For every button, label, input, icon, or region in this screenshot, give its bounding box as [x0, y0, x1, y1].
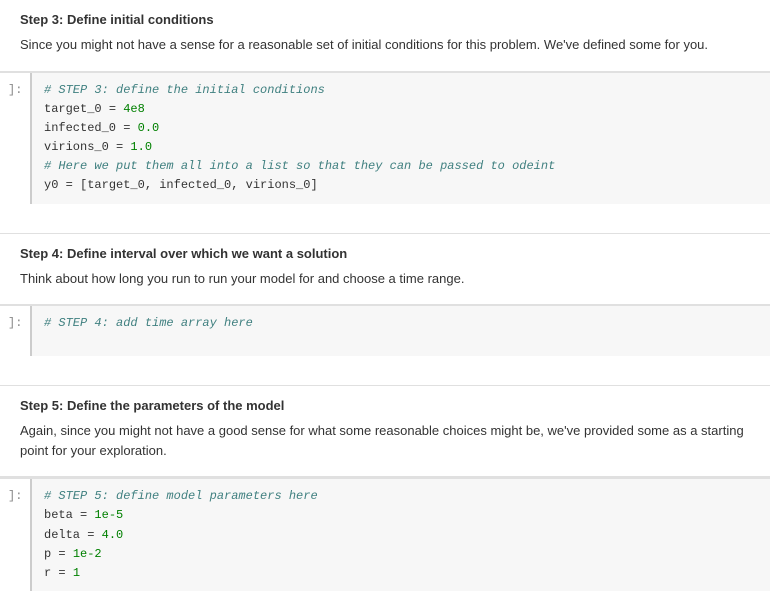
step5-text-cell: Step 5: Define the parameters of the mod…	[0, 386, 770, 477]
spacer1	[0, 204, 770, 234]
step3-cell-label: ]:	[0, 73, 30, 204]
step5-cell-label: ]:	[0, 479, 30, 591]
code-line: delta = 4.0	[44, 526, 758, 545]
step3-code-area[interactable]: # STEP 3: define the initial conditions …	[30, 73, 770, 204]
step5-code-row: ]: # STEP 5: define model parameters her…	[0, 478, 770, 591]
code-line: # STEP 3: define the initial conditions	[44, 81, 758, 100]
step3-heading: Step 3: Define initial conditions	[20, 12, 750, 27]
code-line: target_0 = 4e8	[44, 100, 758, 119]
step3-text-cell: Step 3: Define initial conditions Since …	[0, 0, 770, 72]
step4-cell-label: ]:	[0, 306, 30, 356]
step4-description: Think about how long you run to run your…	[20, 269, 750, 289]
step3-code-row: ]: # STEP 3: define the initial conditio…	[0, 72, 770, 204]
code-line: r = 1	[44, 564, 758, 583]
code-line: p = 1e-2	[44, 545, 758, 564]
code-line: virions_0 = 1.0	[44, 138, 758, 157]
step4-code-row: ]: # STEP 4: add time array here	[0, 305, 770, 356]
code-line: infected_0 = 0.0	[44, 119, 758, 138]
code-line: # STEP 5: define model parameters here	[44, 487, 758, 506]
code-line: # STEP 4: add time array here	[44, 314, 758, 333]
code-line: beta = 1e-5	[44, 506, 758, 525]
step5-description: Again, since you might not have a good s…	[20, 421, 750, 460]
step4-code-area[interactable]: # STEP 4: add time array here	[30, 306, 770, 356]
code-line: # Here we put them all into a list so th…	[44, 157, 758, 176]
code-line: y0 = [target_0, infected_0, virions_0]	[44, 176, 758, 195]
step3-description: Since you might not have a sense for a r…	[20, 35, 750, 55]
step5-code-area[interactable]: # STEP 5: define model parameters here b…	[30, 479, 770, 591]
step5-heading: Step 5: Define the parameters of the mod…	[20, 398, 750, 413]
step4-text-cell: Step 4: Define interval over which we wa…	[0, 234, 770, 306]
step4-heading: Step 4: Define interval over which we wa…	[20, 246, 750, 261]
spacer2	[0, 356, 770, 386]
